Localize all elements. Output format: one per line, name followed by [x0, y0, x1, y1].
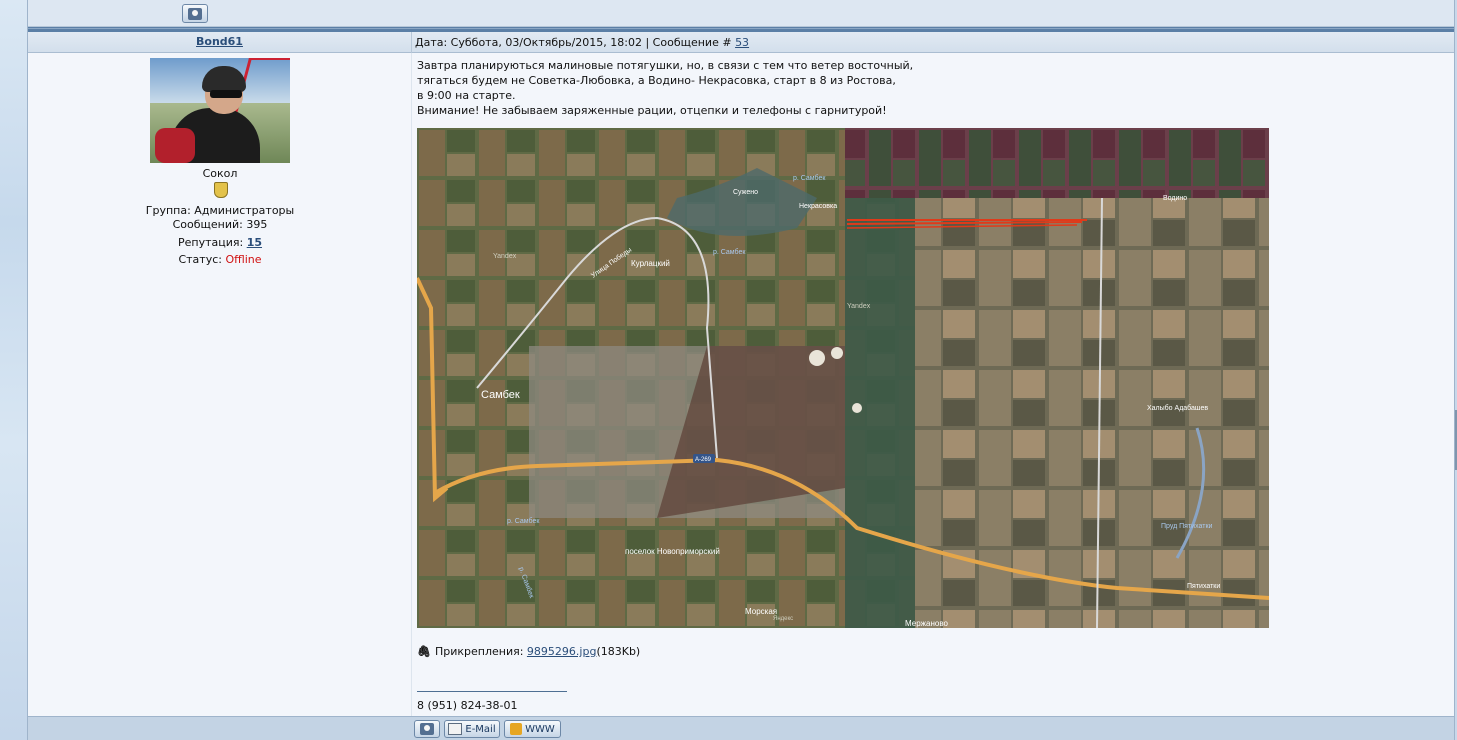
post-footer-bar: E-Mail WWW: [28, 716, 1454, 740]
map-label-suzheno: Сужено: [733, 189, 758, 196]
paperclip-icon: 🖇: [417, 645, 431, 658]
signature-phone: 8 (951) 824-38-01: [417, 699, 518, 712]
header-separator-line: [28, 28, 1454, 29]
map-label-prud: Пруд Пятихатки: [1161, 523, 1213, 530]
map-label-river-2: р. Самбек: [713, 248, 746, 256]
mail-icon: [448, 723, 463, 735]
user-reputation: Репутация: 15: [28, 236, 412, 249]
map-label-pyatikhatki: Пятихатки: [1187, 583, 1220, 590]
message-number-link[interactable]: 53: [735, 36, 749, 49]
status-offline: Offline: [225, 253, 262, 266]
map-label-river-3: р. Самбек: [507, 517, 540, 525]
home-icon: [510, 723, 523, 735]
www-button[interactable]: WWW: [504, 720, 561, 738]
column-divider: [411, 32, 412, 53]
avatar: [150, 58, 290, 163]
map-label-yandex-3: Яндекс: [773, 616, 793, 622]
map-label-road: А-269: [695, 457, 712, 463]
post-date-text: Дата: Суббота, 03/Октябрь/2015, 18:02 | …: [415, 36, 736, 49]
attached-map-image[interactable]: Самбек Курлацкий Улица Победы Сужено Нек…: [417, 128, 1269, 628]
page-background-left: [0, 0, 27, 740]
post-header-row: Bond61 Дата: Суббота, 03/Октябрь/2015, 1…: [28, 32, 1454, 53]
user-rank: Сокол: [202, 167, 238, 180]
forum-post-frame: Bond61 Дата: Суббота, 03/Октябрь/2015, 1…: [27, 0, 1455, 740]
map-label-sambek: Самбек: [481, 389, 520, 401]
email-button-label: E-Mail: [465, 723, 496, 735]
post-content: Завтра планируються малиновые потягушки,…: [417, 58, 1437, 118]
map-label-vodino: Водино: [1163, 195, 1187, 202]
user-status: Статус: Offline: [28, 253, 412, 266]
attachment-line: 🖇 Прикрепления: 9895296.jpg(183Kb): [417, 645, 640, 658]
www-button-label: WWW: [525, 723, 555, 735]
signature-divider: [417, 691, 567, 692]
user-messages: Сообщений: 395: [172, 218, 268, 231]
map-label-yandex-1: Yandex: [493, 253, 517, 260]
post-date: Дата: Суббота, 03/Октябрь/2015, 18:02 | …: [415, 36, 749, 49]
status-label: Статус:: [178, 253, 226, 266]
rank-badge-icon: [214, 182, 228, 198]
author-name-link[interactable]: Bond61: [196, 35, 243, 48]
map-label-morskaya: Морская: [745, 607, 777, 616]
profile-button[interactable]: [414, 720, 440, 738]
map-label-merzhanovo: Мержаново: [905, 619, 948, 628]
user-group: Группа: Администраторы: [145, 204, 295, 217]
attachment-file-link[interactable]: 9895296.jpg: [527, 645, 597, 658]
email-button[interactable]: E-Mail: [444, 720, 500, 738]
profile-button-top[interactable]: [182, 4, 208, 23]
column-divider-main: [411, 53, 412, 716]
map-label-river-1: р. Самбек: [793, 174, 826, 182]
map-label-nekrasovka: Некрасовка: [799, 203, 837, 210]
profile-icon: [188, 7, 202, 20]
map-label-khalybo: Халыбо Адабашев: [1147, 404, 1208, 412]
user-info-column: Сокол Группа: Администраторы Сообщений: …: [28, 53, 412, 716]
post-text: Завтра планируються малиновые потягушки,…: [417, 59, 914, 117]
map-label-yandex-2: Yandex: [847, 303, 871, 310]
map-label-novoprimorsky: поселок Новоприморский: [625, 547, 720, 556]
satellite-map: Самбек Курлацкий Улица Победы Сужено Нек…: [417, 128, 1269, 628]
top-toolbar: [28, 0, 1454, 27]
attachment-label: Прикрепления:: [434, 645, 527, 658]
profile-icon: [420, 723, 434, 735]
map-label-kurlatsky: Курлацкий: [631, 259, 670, 268]
attachment-size: (183Kb): [596, 645, 641, 658]
reputation-label: Репутация:: [177, 236, 247, 249]
reputation-link[interactable]: 15: [247, 236, 262, 249]
